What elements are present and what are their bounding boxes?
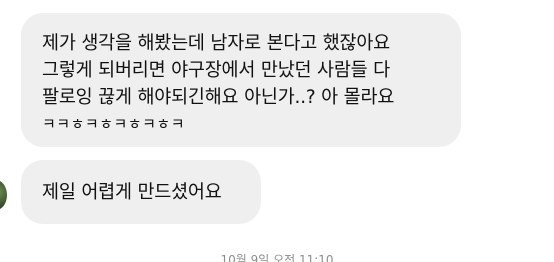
timestamp: 10월 9일 오전 11:10 [220, 253, 334, 262]
chat-thread: 제가 생각을 해봤는데 남자로 본다고 했잖아요 그렇게 되버리면 야구장에서 … [0, 0, 554, 262]
sender-avatar[interactable] [0, 180, 7, 210]
message-text-line: 그렇게 되버리면 야구장에서 만났던 사람들 다 [42, 60, 390, 81]
message-bubble[interactable]: 제일 어렵게 만드셨어요 [21, 160, 261, 224]
message-text-line: 제가 생각을 해봤는데 남자로 본다고 했잖아요 [42, 33, 390, 54]
message-text-line: 제일 어렵게 만드셨어요 [42, 182, 222, 203]
message-text-line: ㅋㅋㅎㅋㅎㅋㅎㅋㅎㅋ [42, 115, 186, 133]
message-text-line: 팔로잉 끊게 해야되긴해요 아닌가..? 아 몰라요 [42, 87, 395, 108]
message-bubble[interactable]: 제가 생각을 해봤는데 남자로 본다고 했잖아요 그렇게 되버리면 야구장에서 … [21, 13, 461, 147]
